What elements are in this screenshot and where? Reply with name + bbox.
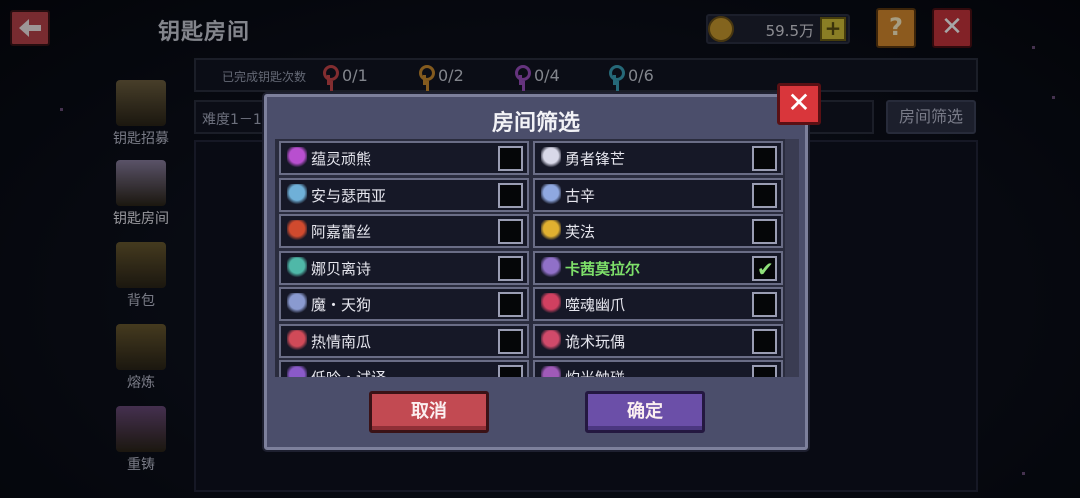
scrollbar[interactable] <box>785 139 799 377</box>
dialog-title: 房间筛选 <box>491 111 580 136</box>
room-icon <box>287 183 307 206</box>
filter-row[interactable]: 勇者锋芒 <box>533 141 783 175</box>
filter-row[interactable]: 芙法 <box>533 214 783 248</box>
room-icon <box>541 147 561 169</box>
room-icon <box>287 147 307 169</box>
filter-row[interactable]: 娜贝离诗 <box>279 250 529 285</box>
filter-list[interactable]: 蕴灵顽熊 勇者锋芒安与瑟西亚 古辛阿嘉蕾丝 芙法娜贝离诗 卡茜莫拉尔 ✔ 魔・天狗 噬魂幽爪热… <box>275 139 799 377</box>
room-name: 蕴灵顽熊 <box>311 150 372 168</box>
room-checkbox[interactable] <box>498 292 523 317</box>
room-filter-dialog: 房间筛选 ✕ 蕴灵顽熊 勇者锋芒安与瑟西亚 古辛阿嘉蕾丝 芙法娜贝离诗 卡茜莫拉尔 ✔ 魔・… <box>264 83 821 450</box>
room-checkbox[interactable] <box>498 328 523 354</box>
filter-row[interactable]: 灼光触碰 <box>533 360 783 377</box>
room-icon <box>541 366 561 377</box>
room-name: 卡茜莫拉尔 <box>565 259 641 278</box>
room-checkbox[interactable] <box>752 219 777 244</box>
room-icon <box>541 329 561 352</box>
filter-row[interactable]: 热情南瓜 <box>279 323 529 358</box>
room-name: 古辛 <box>565 186 596 205</box>
filter-row[interactable]: 安与瑟西亚 <box>279 177 529 212</box>
room-icon <box>541 220 561 242</box>
room-icon <box>541 183 561 206</box>
room-icon <box>541 256 561 279</box>
filter-row[interactable]: 诡术玩偶 <box>533 323 783 358</box>
confirm-button[interactable]: 确定 <box>585 391 705 433</box>
room-name: 热情南瓜 <box>311 332 372 351</box>
room-name: 低吟・试译 <box>311 367 386 377</box>
room-name: 安与瑟西亚 <box>311 186 387 205</box>
room-name: 魔・天狗 <box>311 296 372 314</box>
room-icon <box>287 256 307 279</box>
room-checkbox[interactable] <box>752 328 777 354</box>
room-name: 娜贝离诗 <box>311 259 372 278</box>
filter-row[interactable]: 阿嘉蕾丝 <box>279 214 529 248</box>
room-checkbox[interactable] <box>752 292 777 317</box>
room-checkbox[interactable] <box>752 146 777 171</box>
room-name: 噬魂幽爪 <box>565 296 626 314</box>
room-icon <box>287 220 307 242</box>
filter-row[interactable]: 魔・天狗 <box>279 287 529 321</box>
checkmark-icon: ✔ <box>757 256 774 281</box>
room-icon <box>287 329 307 352</box>
room-name: 芙法 <box>565 223 596 241</box>
room-checkbox[interactable] <box>498 219 523 244</box>
room-name: 阿嘉蕾丝 <box>311 223 372 241</box>
room-name: 勇者锋芒 <box>565 150 626 168</box>
filter-row[interactable]: 古辛 <box>533 177 783 212</box>
filter-row[interactable]: 低吟・试译 <box>279 360 529 377</box>
room-checkbox[interactable] <box>752 365 777 377</box>
filter-row[interactable]: 噬魂幽爪 <box>533 287 783 321</box>
cancel-button[interactable]: 取消 <box>369 391 489 433</box>
room-name: 灼光触碰 <box>565 367 625 377</box>
room-icon <box>541 293 561 315</box>
dialog-close-button[interactable]: ✕ <box>777 83 821 125</box>
room-checkbox[interactable] <box>752 182 777 208</box>
room-checkbox[interactable] <box>498 255 523 281</box>
room-checkbox[interactable] <box>498 146 523 171</box>
filter-row[interactable]: 蕴灵顽熊 <box>279 141 529 175</box>
filter-row[interactable]: 卡茜莫拉尔 ✔ <box>533 250 783 285</box>
room-icon <box>287 293 307 315</box>
room-icon <box>287 366 307 377</box>
room-name: 诡术玩偶 <box>565 332 626 351</box>
room-checkbox[interactable] <box>498 365 523 377</box>
room-checkbox[interactable]: ✔ <box>752 255 777 281</box>
room-checkbox[interactable] <box>498 182 523 208</box>
